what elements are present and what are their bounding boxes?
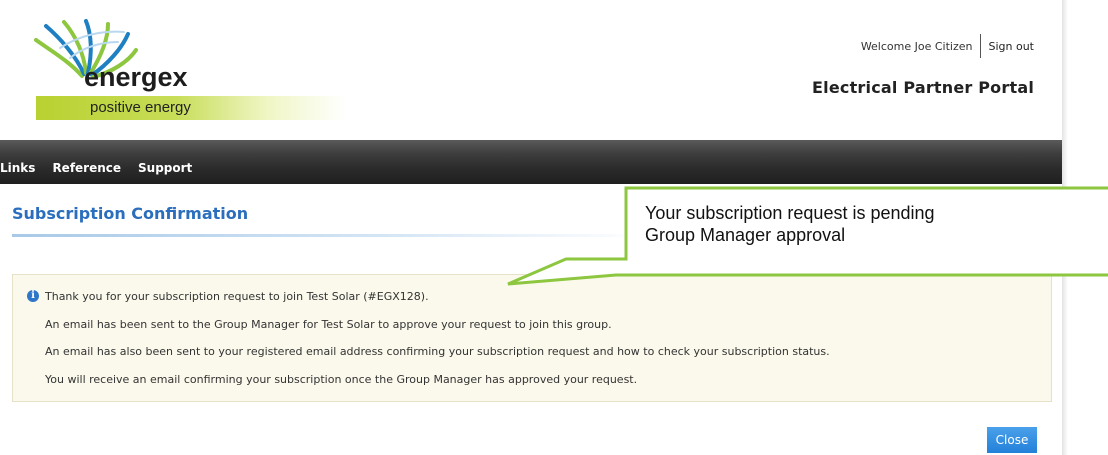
message-line: Thank you for your subscription request … — [45, 290, 429, 303]
nav-item-reference[interactable]: Reference — [52, 161, 121, 175]
callout-line-2: Group Manager approval — [645, 225, 846, 245]
user-divider — [980, 34, 982, 58]
callout-text: Your subscription request is pending Gro… — [645, 202, 1085, 246]
main-navbar: Links Reference Support — [0, 140, 1062, 184]
welcome-text: Welcome Joe Citizen — [860, 39, 973, 53]
nav-item-support[interactable]: Support — [138, 161, 192, 175]
logo-wordmark: energex — [84, 62, 188, 92]
page-title: Subscription Confirmation — [12, 204, 249, 223]
message-line: An email has also been sent to your regi… — [45, 345, 830, 358]
message-line: An email has been sent to the Group Mana… — [45, 318, 612, 331]
portal-page: energex positive energy Welcome Joe Citi… — [0, 0, 1108, 455]
nav-item-links[interactable]: Links — [0, 161, 35, 175]
title-divider — [12, 234, 652, 237]
close-button[interactable]: Close — [987, 427, 1037, 453]
portal-title: Electrical Partner Portal — [812, 78, 1034, 97]
user-area: Welcome Joe Citizen Sign out — [861, 34, 1034, 58]
tagline-bar — [36, 96, 346, 120]
nav-items: Links Reference Support — [0, 161, 209, 175]
header: energex positive energy Welcome Joe Citi… — [0, 0, 1062, 140]
sign-out-link[interactable]: Sign out — [988, 40, 1034, 53]
message-line: You will receive an email confirming you… — [45, 373, 638, 386]
tagline: positive energy — [90, 99, 191, 116]
info-icon: i — [27, 290, 39, 302]
confirmation-message-box: i Thank you for your subscription reques… — [12, 274, 1052, 402]
callout-line-1: Your subscription request is pending — [645, 203, 935, 223]
